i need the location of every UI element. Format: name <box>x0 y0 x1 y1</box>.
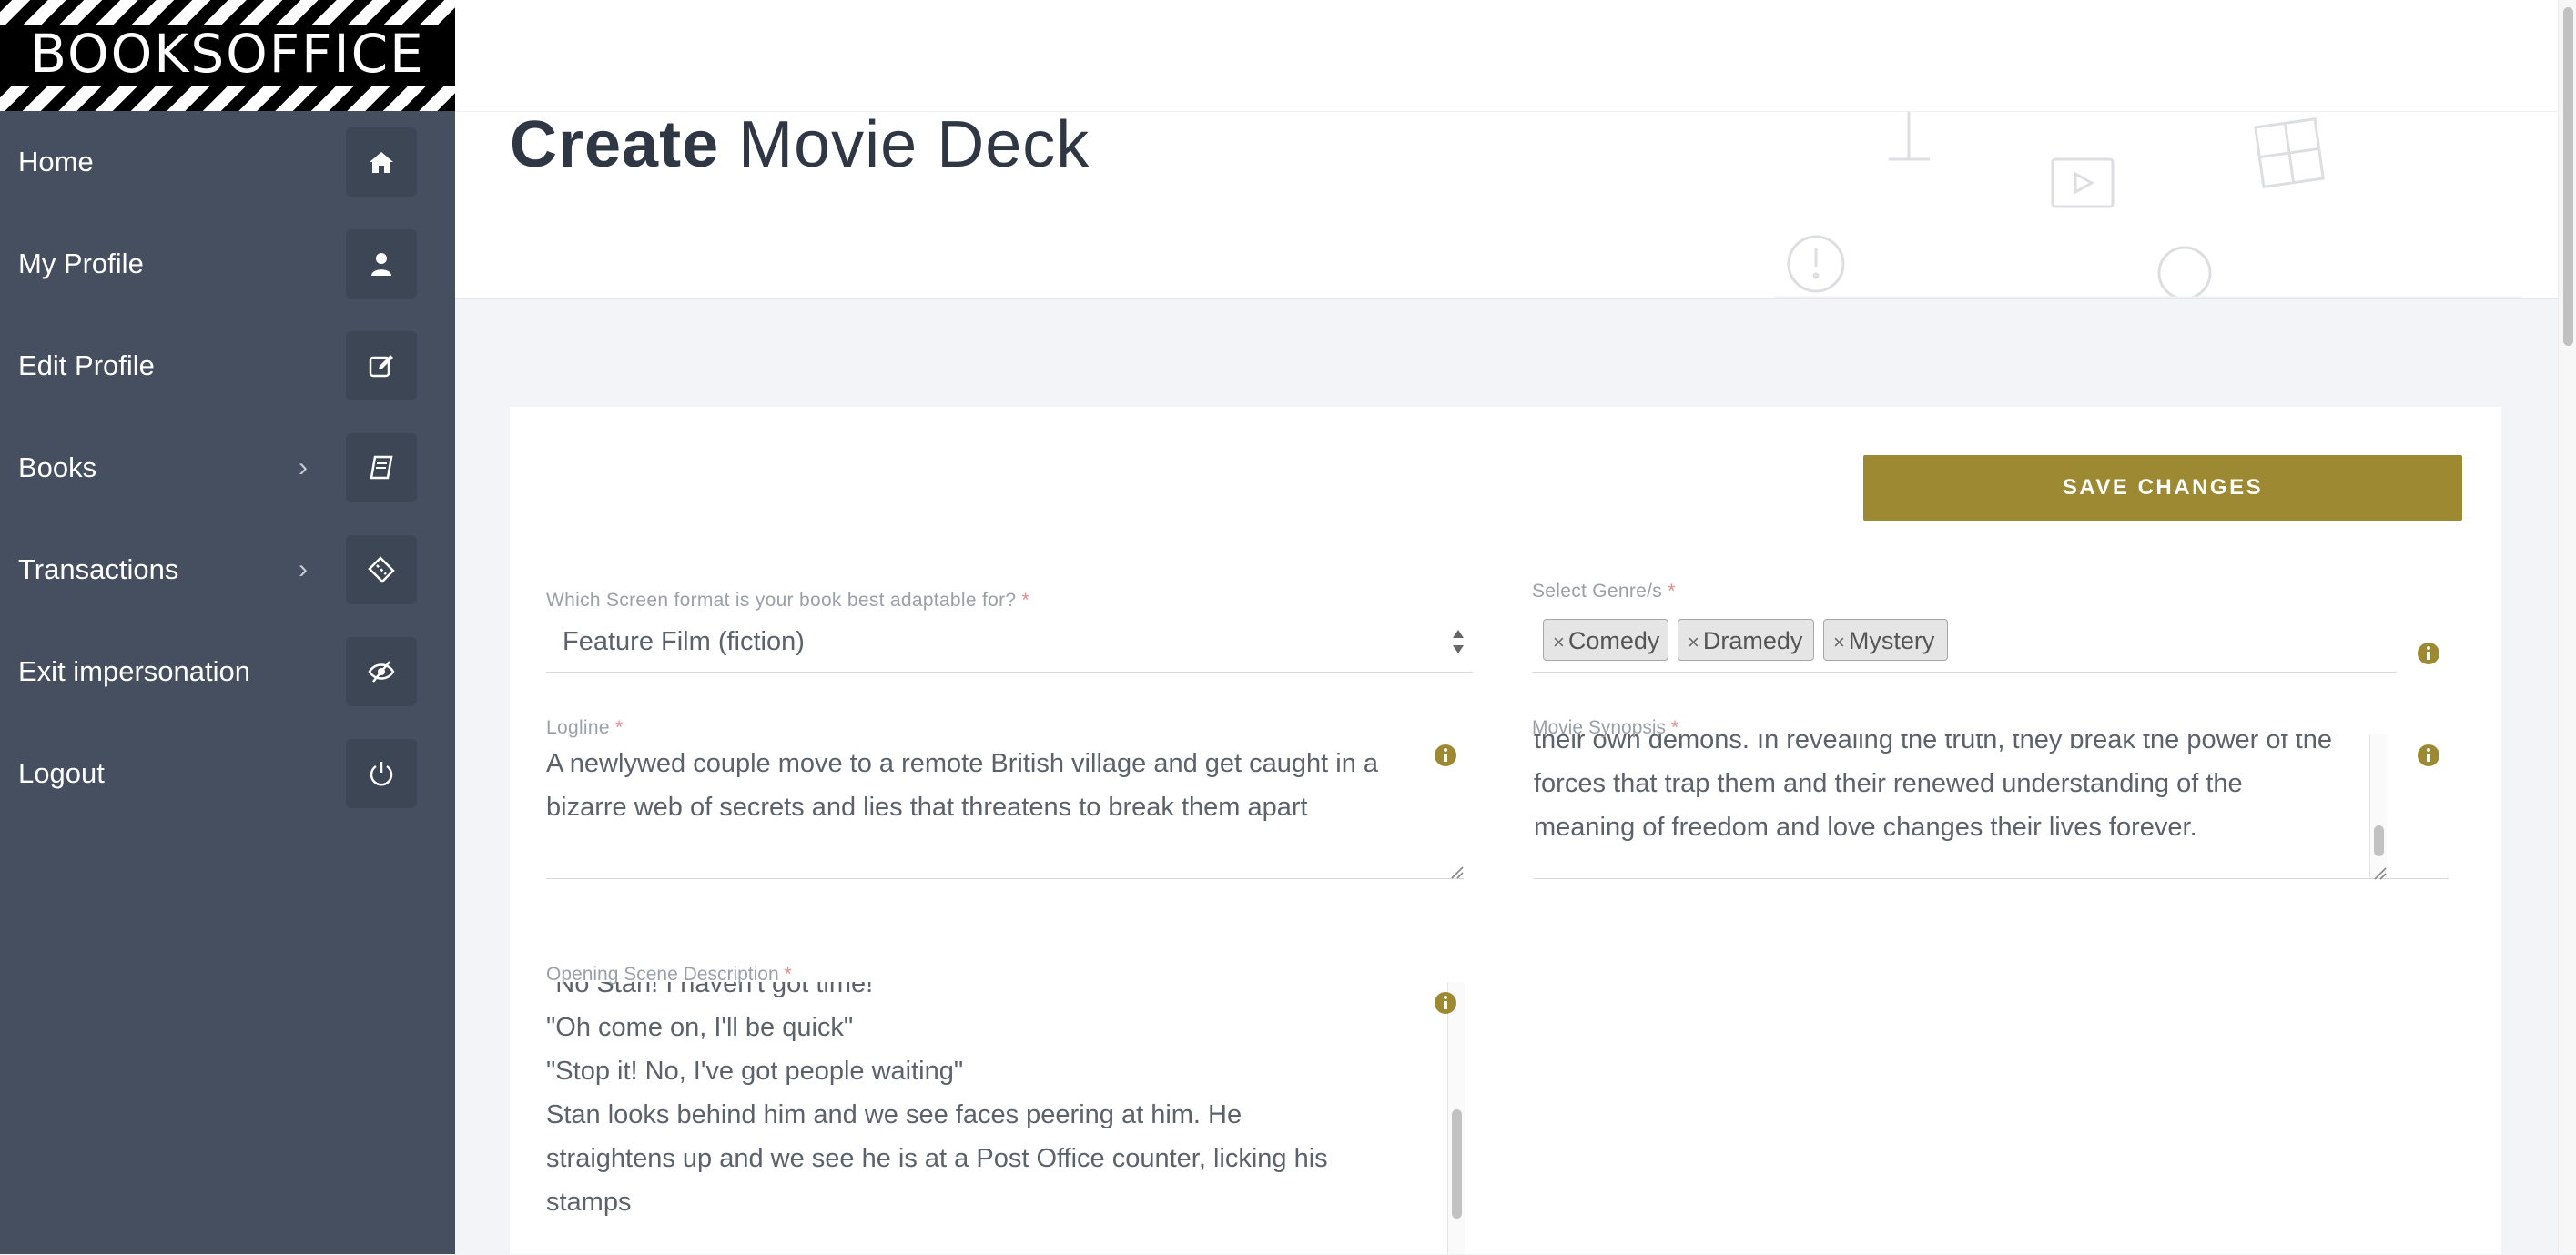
textarea-line: A newlywed couple move to a remote Briti… <box>546 749 1379 778</box>
sidebar-item-label: Edit Profile <box>18 349 155 381</box>
textarea-scroll-content: their own demons. In revealing the truth… <box>1534 734 2449 849</box>
info-icon[interactable] <box>2417 744 2440 767</box>
page-scrollbar-thumb[interactable] <box>2563 7 2573 346</box>
textarea-line: straightens up and we see he is at a Pos… <box>546 1144 1328 1173</box>
remove-tag-icon[interactable]: × <box>1688 631 1699 653</box>
sidebar-item-label: Exit impersonation <box>18 655 251 687</box>
textarea-line: forces that trap them and their renewed … <box>1534 769 2243 798</box>
textarea-scroll-content: "No Stan! I haven't got time!" "Oh come … <box>546 982 1464 1224</box>
ticket-icon <box>346 535 417 604</box>
textarea-line: stamps <box>546 1188 632 1217</box>
sidebar-item-label: Transactions <box>18 553 179 585</box>
info-icon[interactable] <box>1434 991 1457 1015</box>
synopsis-scrollbar[interactable] <box>2369 734 2387 878</box>
chevron-right-icon: › <box>299 452 308 482</box>
edit-icon <box>346 331 417 400</box>
logo-text: BOOKSOFFICE <box>30 23 425 85</box>
info-icon[interactable] <box>1434 744 1457 767</box>
required-mark: * <box>1668 581 1676 602</box>
genres-multiselect[interactable]: × Comedy × Dramedy × Mystery <box>1532 608 2397 673</box>
genres-label-text: Select Genre/s <box>1532 581 1663 602</box>
sidebar-item-my-profile[interactable]: My Profile <box>0 213 455 315</box>
genres-label: Select Genre/s * <box>1532 581 1676 602</box>
eye-slash-icon <box>346 637 417 706</box>
sidebar: BOOKSOFFICE Home My Profile Edit Profile… <box>0 0 455 1254</box>
synopsis-label-text: Movie Synopsis <box>1532 717 1667 738</box>
resize-handle-icon[interactable] <box>1449 865 1464 879</box>
user-icon <box>346 229 417 299</box>
screen-format-label-text: Which Screen format is your book best ad… <box>546 590 1017 611</box>
book-icon <box>346 433 417 502</box>
page-title: Create Movie Deck <box>510 107 1090 182</box>
logo-stripes-bottom <box>0 86 455 111</box>
page-scrollbar[interactable] <box>2558 0 2576 1254</box>
remove-tag-icon[interactable]: × <box>1833 631 1845 653</box>
sidebar-item-label: Home <box>18 146 94 177</box>
home-icon <box>346 127 417 197</box>
textarea-line: bizarre web of secrets and lies that thr… <box>546 793 1308 822</box>
required-mark: * <box>784 964 792 985</box>
power-icon <box>346 739 417 808</box>
select-arrows-icon <box>1453 630 1464 653</box>
required-mark: * <box>1021 590 1029 611</box>
sidebar-item-logout[interactable]: Logout <box>0 723 455 825</box>
required-mark: * <box>614 717 624 738</box>
opening-scene-textarea[interactable]: "No Stan! I haven't got time!" "Oh come … <box>546 982 1464 1255</box>
genre-tag-label: Dramedy <box>1702 627 1803 654</box>
header-decoration-illustration <box>1775 112 2521 298</box>
sidebar-item-exit-impersonation[interactable]: Exit impersonation <box>0 621 455 723</box>
logline-label-text: Logline <box>546 717 610 738</box>
genre-tag-label: Mystery <box>1848 627 1935 654</box>
sidebar-item-transactions[interactable]: Transactions › <box>0 519 455 621</box>
page-title-light: Movie Deck <box>738 108 1090 181</box>
textarea-line: Stan looks behind him and we see faces p… <box>546 1100 1242 1129</box>
synopsis-textarea[interactable]: their own demons. In revealing the truth… <box>1534 734 2449 879</box>
genre-tag-label: Comedy <box>1567 627 1660 654</box>
remove-tag-icon[interactable]: × <box>1553 631 1565 653</box>
sidebar-item-label: My Profile <box>18 248 144 279</box>
resize-handle-icon[interactable] <box>2372 865 2387 880</box>
sidebar-item-edit-profile[interactable]: Edit Profile <box>0 315 455 417</box>
opening-scene-scrollbar[interactable] <box>1447 982 1465 1254</box>
movie-deck-form-card: SAVE CHANGES Which Screen format is your… <box>510 407 2501 1254</box>
scrollbar-thumb[interactable] <box>2374 825 2384 856</box>
required-mark: * <box>1670 717 1679 738</box>
screen-format-label: Which Screen format is your book best ad… <box>546 590 1029 612</box>
page-title-bold: Create <box>510 108 720 181</box>
page-header: Create Movie Deck <box>455 0 2558 299</box>
chevron-right-icon: › <box>299 554 308 584</box>
genre-tag-comedy[interactable]: × Comedy <box>1543 619 1668 661</box>
sidebar-item-books[interactable]: Books › <box>0 417 455 519</box>
opening-scene-label: Opening Scene Description * <box>546 964 792 986</box>
booksoffice-logo[interactable]: BOOKSOFFICE <box>0 0 455 111</box>
opening-scene-label-text: Opening Scene Description <box>546 964 779 985</box>
synopsis-label: Movie Synopsis * <box>1532 717 1678 739</box>
info-icon[interactable] <box>2417 642 2440 665</box>
logline-label: Logline * <box>546 717 623 739</box>
genre-tag-dramedy[interactable]: × Dramedy <box>1678 619 1814 661</box>
screen-format-value: Feature Film (fiction) <box>563 627 805 656</box>
screen-format-select[interactable]: Feature Film (fiction) <box>546 612 1473 673</box>
sidebar-item-label: Logout <box>18 757 105 789</box>
logline-textarea[interactable]: A newlywed couple move to a remote Briti… <box>546 742 1464 879</box>
textarea-line: "Oh come on, I'll be quick" <box>546 1013 854 1042</box>
scrollbar-thumb[interactable] <box>1452 1109 1462 1219</box>
genre-tag-mystery[interactable]: × Mystery <box>1823 619 1948 661</box>
textarea-line: meaning of freedom and love changes thei… <box>1534 813 2197 842</box>
sidebar-item-label: Books <box>18 451 97 483</box>
save-changes-button[interactable]: SAVE CHANGES <box>1863 455 2462 521</box>
textarea-line: "Stop it! No, I've got people waiting" <box>546 1057 964 1086</box>
sidebar-item-home[interactable]: Home <box>0 111 455 213</box>
